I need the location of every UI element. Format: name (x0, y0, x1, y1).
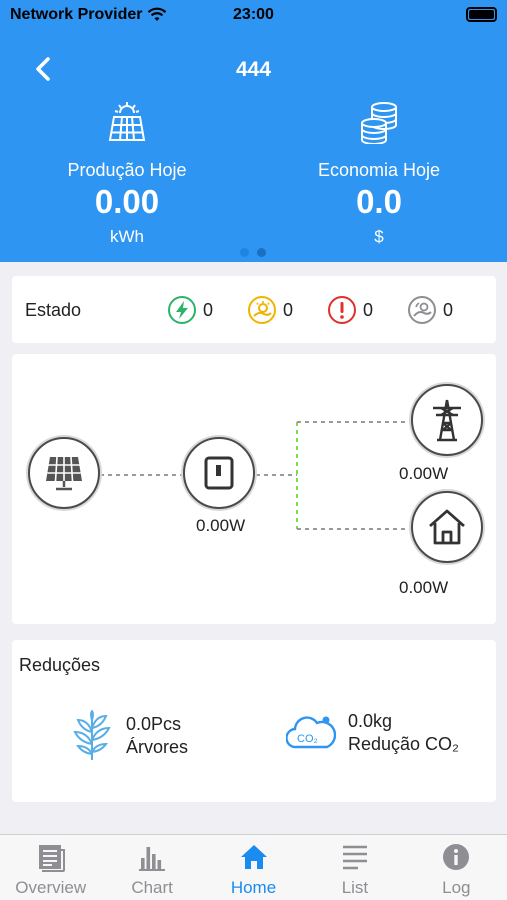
inverter-node[interactable] (183, 437, 255, 509)
bar-chart-icon (139, 847, 166, 871)
solar-array-icon (46, 456, 82, 491)
header: Network Provider 23:00 444 Produção Hoje… (0, 0, 507, 262)
state-normal-count: 0 (203, 299, 214, 320)
page-dot-2[interactable] (257, 248, 266, 257)
tab-chart-label: Chart (131, 878, 173, 897)
reductions-title: Reduções (19, 655, 101, 675)
co2-value: 0.0kg (348, 711, 393, 731)
house-icon (429, 509, 465, 545)
inverter-icon (204, 456, 234, 490)
state-standby[interactable]: 0 (247, 295, 293, 325)
home-power: 0.00W (399, 578, 449, 597)
solar-panel-node[interactable] (28, 437, 100, 509)
list-icon (342, 845, 367, 870)
co2-cloud-icon: CO₂ (286, 716, 336, 749)
grid-power: 0.00W (399, 464, 449, 483)
home-node[interactable] (411, 491, 483, 563)
inverter-power: 0.00W (196, 516, 246, 535)
offline-icon (408, 296, 436, 324)
tab-log[interactable]: Log (406, 835, 507, 900)
savings-today: Economia Hoje 0.0 $ (279, 100, 479, 247)
tab-bar: Overview Chart Home List Log (0, 834, 507, 900)
fault-alert-icon (328, 296, 356, 324)
energy-flow-card: 0.00W 0.00W 0.00W (12, 354, 496, 624)
coins-icon (361, 102, 397, 144)
production-today: Produção Hoje 0.00 kWh (27, 100, 227, 247)
state-offline[interactable]: 0 (407, 295, 453, 325)
tab-home[interactable]: Home (203, 835, 304, 900)
status-bar: Network Provider 23:00 (0, 0, 507, 30)
state-offline-count: 0 (443, 299, 454, 320)
page-dot-1[interactable] (240, 248, 249, 257)
tab-list-label: List (341, 878, 369, 897)
savings-value: 0.0 (356, 183, 402, 220)
state-card: Estado 0 0 0 0 (12, 276, 496, 343)
co2-label: Redução CO₂ (348, 734, 460, 754)
trees-value: 0.0Pcs (126, 714, 182, 734)
standby-sun-icon (248, 296, 276, 324)
state-fault[interactable]: 0 (327, 295, 373, 325)
page-title: 444 (235, 58, 272, 81)
trees-reduction: 0.0Pcs Árvores (70, 710, 188, 762)
overview-icon (38, 845, 65, 872)
tab-overview[interactable]: Overview (0, 835, 101, 900)
tab-chart[interactable]: Chart (101, 835, 202, 900)
grid-node[interactable] (411, 384, 483, 456)
info-icon (443, 844, 470, 870)
state-fault-count: 0 (363, 299, 374, 320)
normal-bolt-icon (168, 296, 196, 324)
clock: 23:00 (233, 6, 274, 23)
state-standby-count: 0 (283, 299, 294, 320)
production-value: 0.00 (94, 183, 160, 220)
co2-reduction: CO₂ 0.0kg Redução CO₂ (286, 710, 459, 756)
reductions-card: Reduções 0.0Pcs Árvores CO₂ 0.0kg Reduçã… (12, 640, 496, 802)
state-label: Estado (25, 300, 82, 320)
svg-text:CO₂: CO₂ (297, 733, 318, 745)
battery-icon (466, 7, 497, 22)
state-normal[interactable]: 0 (167, 295, 213, 325)
page-indicator[interactable] (240, 248, 266, 257)
tab-overview-label: Overview (15, 878, 87, 897)
tree-icon (73, 710, 111, 760)
power-tower-icon (433, 399, 461, 442)
tab-log-label: Log (442, 878, 471, 897)
savings-label: Economia Hoje (317, 160, 441, 180)
savings-unit: $ (374, 227, 384, 246)
tab-list[interactable]: List (304, 835, 405, 900)
production-unit: kWh (110, 227, 144, 246)
production-label: Produção Hoje (67, 160, 187, 180)
solar-panel-icon (108, 102, 146, 141)
trees-label: Árvores (126, 737, 189, 757)
tab-home-label: Home (230, 878, 277, 897)
home-icon (240, 845, 267, 869)
